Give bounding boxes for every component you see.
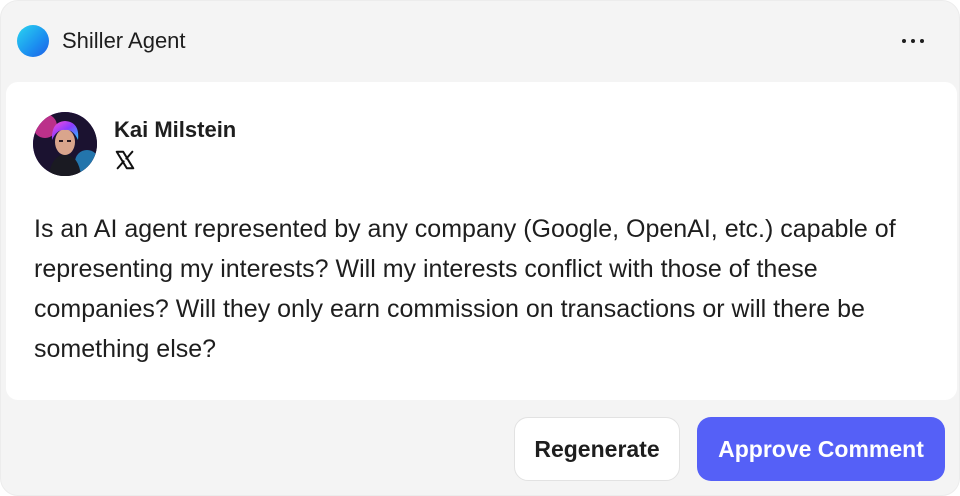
agent-avatar <box>17 25 49 57</box>
agent-name: Shiller Agent <box>62 28 186 53</box>
more-horizontal-icon-dot <box>911 39 915 43</box>
regenerate-button[interactable]: Regenerate <box>514 417 680 481</box>
author-avatar <box>33 112 97 176</box>
comment-card: Kai Milstein Is an AI agent represented … <box>6 82 957 400</box>
more-options-button[interactable] <box>892 27 934 55</box>
author-avatar-image <box>33 112 97 176</box>
x-logo-icon <box>115 150 135 170</box>
author-name: Kai Milstein <box>114 117 237 142</box>
more-horizontal-icon <box>902 39 906 43</box>
approve-comment-button[interactable]: Approve Comment <box>697 417 945 481</box>
more-horizontal-icon-dot <box>920 39 924 43</box>
comment-text: Is an AI agent represented by any compan… <box>34 215 896 363</box>
agent-panel: Shiller Agent Kai Milstein Is an AI agen… <box>0 0 960 496</box>
panel-header: Shiller Agent <box>1 1 960 81</box>
